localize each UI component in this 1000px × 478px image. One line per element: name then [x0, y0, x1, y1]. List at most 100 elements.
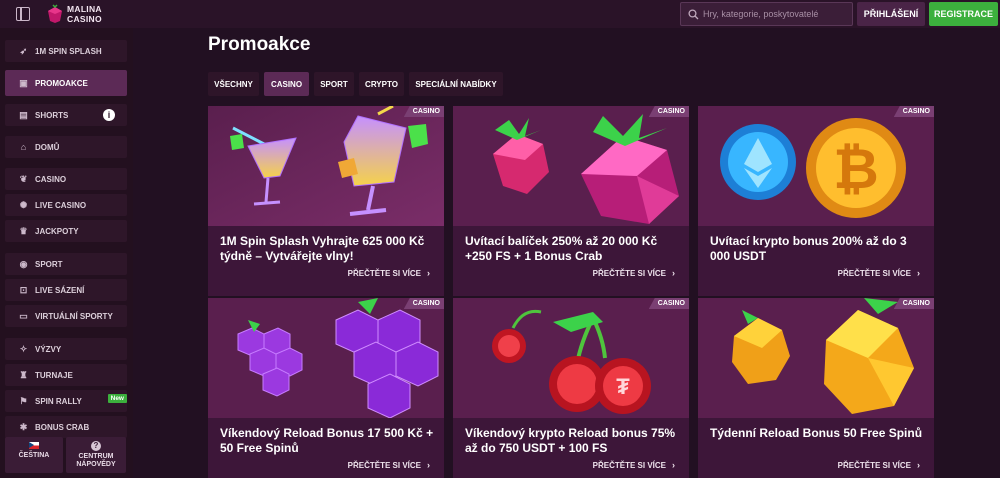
challenge-icon: ✧	[19, 343, 28, 354]
grapes-illustration	[208, 298, 444, 418]
raspberry-logo-icon[interactable]	[46, 4, 64, 24]
logo-text[interactable]: MALINA CASINO	[67, 4, 102, 24]
search-input[interactable]	[703, 6, 851, 22]
help-icon: ?	[91, 441, 101, 451]
category-badge: CASINO	[403, 298, 444, 309]
ball-icon: ◉	[19, 258, 28, 269]
sidebar: ➶ 1M SPIN SPLASH ▣ PROMOAKCE ▤ SHORTS i …	[0, 28, 133, 478]
category-badge: CASINO	[893, 106, 934, 117]
sidebar-item-live-betting[interactable]: ⊡ LIVE SÁZENÍ	[5, 279, 127, 301]
read-more-link[interactable]: PŘEČTĚTE SI VÍCE ›	[838, 460, 920, 470]
czech-flag-icon	[29, 442, 39, 449]
sidebar-item-label: SHORTS	[35, 110, 69, 120]
search-box[interactable]	[680, 2, 853, 26]
sidebar-item-casino[interactable]: ❦ CASINO	[5, 168, 127, 190]
sidebar-item-sport[interactable]: ◉ SPORT	[5, 253, 127, 275]
help-label-line2: NÁPOVĚDY	[76, 461, 116, 468]
sidebar-item-home[interactable]: ⌂ DOMŮ	[5, 136, 127, 158]
read-more-link[interactable]: PŘEČTĚTE SI VÍCE ›	[593, 268, 675, 278]
read-more-label: PŘEČTĚTE SI VÍCE	[347, 269, 421, 278]
sidebar-item-virtual-sports[interactable]: ▭ VIRTUÁLNÍ SPORTY	[5, 305, 127, 327]
promo-title: Uvítací balíček 250% až 20 000 Kč +250 F…	[465, 234, 658, 263]
sidebar-item-label: SPIN RALLY	[35, 396, 82, 406]
promo-card[interactable]: ₮ CASINO Víkendový krypto Reload bonus 7…	[453, 298, 689, 478]
sidebar-item-bonus-crab[interactable]: ✱ BONUS CRAB	[5, 416, 127, 438]
sidebar-item-label: CASINO	[35, 174, 67, 184]
raspberries-illustration	[453, 106, 689, 226]
promo-card[interactable]: CASINO Uvítací balíček 250% až 20 000 Kč…	[453, 106, 689, 296]
tab-sport[interactable]: SPORT	[314, 72, 354, 96]
sidebar-item-label: JACKPOTY	[35, 226, 79, 236]
sidebar-item-label: LIVE SÁZENÍ	[35, 285, 85, 295]
gift-icon: ▣	[19, 77, 28, 88]
crab-icon: ✱	[19, 421, 28, 432]
read-more-link[interactable]: PŘEČTĚTE SI VÍCE ›	[838, 268, 920, 278]
cherry-icon: ❦	[19, 173, 28, 184]
read-more-label: PŘEČTĚTE SI VÍCE	[592, 461, 666, 470]
chevron-right-icon: ›	[427, 460, 430, 470]
live-icon: ⊡	[19, 284, 28, 295]
tab-crypto[interactable]: CRYPTO	[359, 72, 404, 96]
rally-icon: ⚑	[19, 395, 28, 406]
sidebar-item-label: TURNAJE	[35, 370, 73, 380]
register-button[interactable]: REGISTRACE	[929, 2, 998, 26]
promo-card[interactable]: CASINO Víkendový Reload Bonus 17 500 Kč …	[208, 298, 444, 478]
promo-title: Víkendový krypto Reload bonus 75% až do …	[465, 426, 676, 455]
category-badge: CASINO	[648, 106, 689, 117]
sidebar-item-promoakce[interactable]: ▣ PROMOAKCE	[5, 70, 127, 96]
promo-title: Víkendový Reload Bonus 17 500 Kč + 50 Fr…	[220, 426, 434, 455]
read-more-label: PŘEČTĚTE SI VÍCE	[837, 269, 911, 278]
tab-all[interactable]: VŠECHNY	[208, 72, 259, 96]
trophy-icon: ♜	[19, 369, 28, 380]
read-more-label: PŘEČTĚTE SI VÍCE	[592, 269, 666, 278]
help-center-button[interactable]: ? CENTRUM NÁPOVĚDY	[66, 437, 126, 473]
chevron-right-icon: ›	[917, 460, 920, 470]
sidebar-item-challenges[interactable]: ✧ VÝZVY	[5, 338, 127, 360]
film-icon: ▤	[19, 109, 28, 120]
sidebar-item-tournaments[interactable]: ♜ TURNAJE	[5, 364, 127, 386]
screen-icon: ▭	[19, 310, 28, 321]
promo-title: 1M Spin Splash Vyhrajte 625 000 Kč týdně…	[220, 234, 425, 263]
category-badge: CASINO	[648, 298, 689, 309]
sidebar-toggle-icon[interactable]	[16, 7, 30, 21]
sidebar-item-shorts[interactable]: ▤ SHORTS i	[5, 104, 127, 126]
promo-title: Týdenní Reload Bonus 50 Free Spinů	[710, 426, 923, 440]
promo-title: Uvítací krypto bonus 200% až do 3 000 US…	[710, 234, 907, 263]
sidebar-item-label: BONUS CRAB	[35, 422, 90, 432]
chevron-right-icon: ›	[427, 268, 430, 278]
chip-icon: ✺	[19, 199, 28, 210]
tab-special-offers[interactable]: SPECIÁLNÍ NABÍDKY	[409, 72, 503, 96]
sidebar-item-label: LIVE CASINO	[35, 200, 87, 210]
read-more-link[interactable]: PŘEČTĚTE SI VÍCE ›	[348, 268, 430, 278]
search-icon	[688, 9, 699, 20]
crown-icon: ♛	[19, 225, 28, 236]
home-icon: ⌂	[20, 141, 27, 152]
login-button[interactable]: PŘIHLÁŠENÍ	[857, 2, 925, 26]
logo-line1: MALINA	[67, 4, 102, 14]
cherries-illustration: ₮	[453, 298, 689, 418]
sidebar-item-jackpots[interactable]: ♛ JACKPOTY	[5, 220, 127, 242]
read-more-label: PŘEČTĚTE SI VÍCE	[837, 461, 911, 470]
top-bar: MALINA CASINO PŘIHLÁŠENÍ REGISTRACE	[0, 0, 1000, 28]
new-badge: New	[107, 394, 127, 403]
read-more-label: PŘEČTĚTE SI VÍCE	[347, 461, 421, 470]
sidebar-item-spin-rally[interactable]: ⚑ SPIN RALLY New	[5, 390, 127, 412]
sidebar-item-spin-splash[interactable]: ➶ 1M SPIN SPLASH	[5, 40, 127, 62]
crypto-coins-illustration: ₿	[698, 106, 934, 226]
info-icon[interactable]: i	[103, 109, 115, 121]
logo-line2: CASINO	[67, 14, 102, 24]
page-title: Promoakce	[208, 34, 311, 55]
rocket-icon: ➶	[19, 45, 28, 56]
promo-card[interactable]: CASINO 1M Spin Splash Vyhrajte 625 000 K…	[208, 106, 444, 296]
promo-card[interactable]: CASINO Týdenní Reload Bonus 50 Free Spin…	[698, 298, 934, 478]
chevron-right-icon: ›	[672, 268, 675, 278]
language-label: ČEŠTINA	[18, 452, 50, 459]
sidebar-item-live-casino[interactable]: ✺ LIVE CASINO	[5, 194, 127, 216]
language-selector[interactable]: ČEŠTINA	[5, 437, 63, 473]
chevron-right-icon: ›	[917, 268, 920, 278]
promo-card[interactable]: ₿ CASINO Uvítací krypto bonus 200% až do…	[698, 106, 934, 296]
cocktails-illustration	[208, 106, 444, 226]
read-more-link[interactable]: PŘEČTĚTE SI VÍCE ›	[593, 460, 675, 470]
tab-casino[interactable]: CASINO	[264, 72, 309, 96]
read-more-link[interactable]: PŘEČTĚTE SI VÍCE ›	[348, 460, 430, 470]
